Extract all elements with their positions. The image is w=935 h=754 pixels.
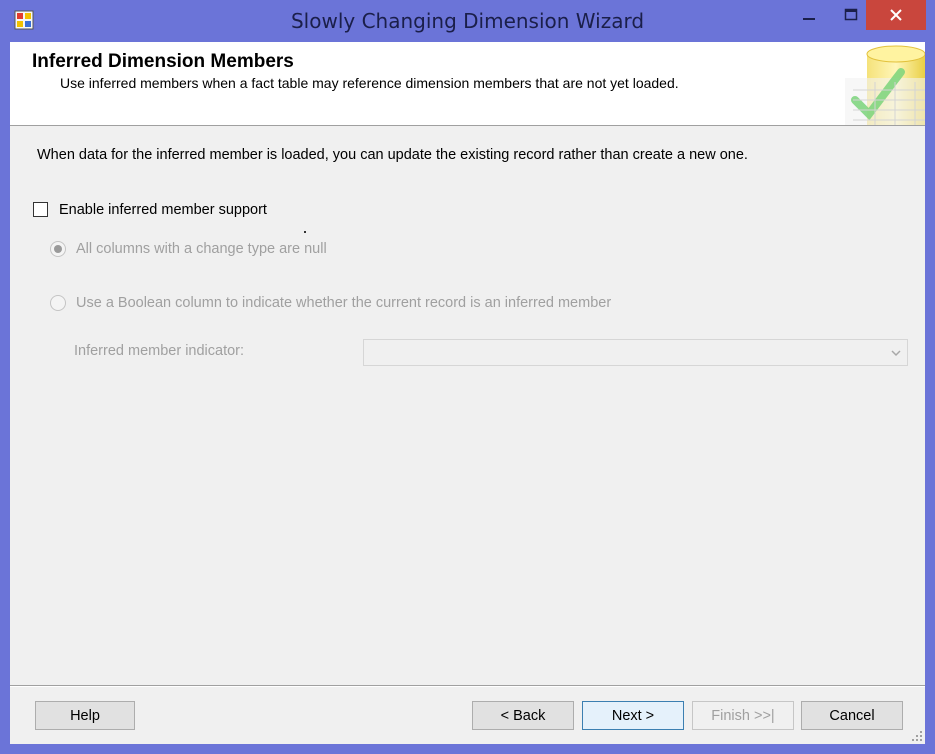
enable-inferred-checkbox[interactable] xyxy=(33,202,48,217)
minimize-icon xyxy=(803,18,815,20)
help-button[interactable]: Help xyxy=(35,701,135,730)
wizard-window: Slowly Changing Dimension Wizard Inferre… xyxy=(0,0,935,754)
resize-grip-icon[interactable] xyxy=(911,730,923,742)
boolean-column-radio[interactable] xyxy=(50,295,66,311)
next-button[interactable]: Next > xyxy=(582,701,684,730)
enable-inferred-label[interactable]: Enable inferred member support xyxy=(59,202,267,218)
back-button[interactable]: < Back xyxy=(472,701,574,730)
all-columns-null-label[interactable]: All columns with a change type are null xyxy=(76,241,327,257)
stray-dot xyxy=(304,231,306,233)
title-bar[interactable]: Slowly Changing Dimension Wizard xyxy=(0,0,935,42)
minimize-button[interactable] xyxy=(794,0,824,30)
radio-selected-dot xyxy=(54,245,62,253)
cancel-button[interactable]: Cancel xyxy=(801,701,903,730)
all-columns-null-radio[interactable] xyxy=(50,241,66,257)
indicator-combobox[interactable] xyxy=(363,339,908,366)
boolean-column-label[interactable]: Use a Boolean column to indicate whether… xyxy=(76,295,611,311)
close-button[interactable] xyxy=(866,0,926,30)
database-checkmark-icon xyxy=(845,42,926,125)
indicator-label: Inferred member indicator: xyxy=(74,343,245,359)
finish-button[interactable]: Finish >>| xyxy=(692,701,794,730)
description-text: When data for the inferred member is loa… xyxy=(37,147,748,163)
page-title: Inferred Dimension Members xyxy=(32,51,294,72)
footer-divider-highlight xyxy=(10,686,925,687)
wizard-header: Inferred Dimension Members Use inferred … xyxy=(10,42,926,126)
wizard-client-area: Inferred Dimension Members Use inferred … xyxy=(10,42,926,744)
maximize-icon xyxy=(844,8,858,21)
page-subtitle: Use inferred members when a fact table m… xyxy=(60,75,679,91)
maximize-button[interactable] xyxy=(836,0,866,30)
chevron-down-icon xyxy=(891,350,901,357)
close-icon xyxy=(890,9,902,21)
